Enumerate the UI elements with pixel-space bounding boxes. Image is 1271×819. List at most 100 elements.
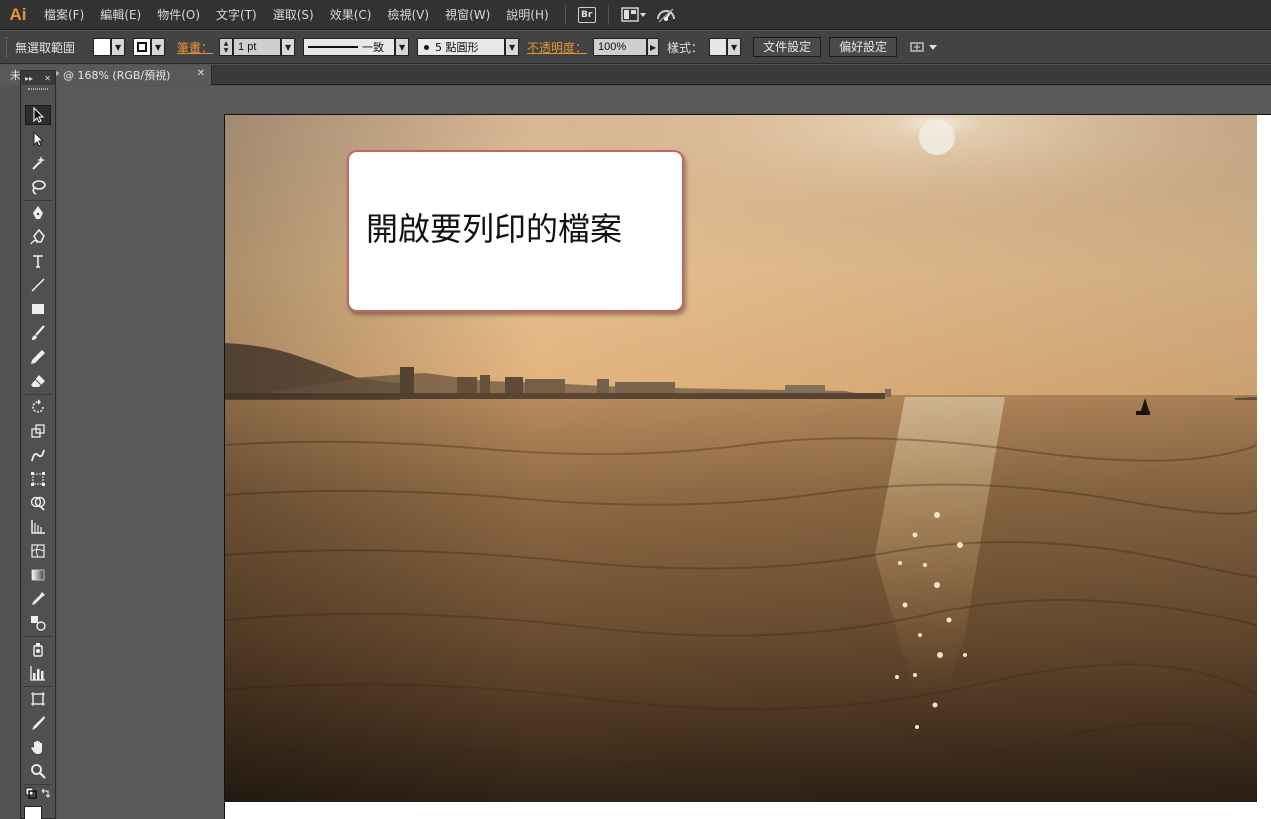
line-segment-tool-icon <box>31 278 45 292</box>
gradient-tool-icon <box>31 569 45 581</box>
arrange-documents-button[interactable] <box>620 4 647 26</box>
close-icon[interactable]: ✕ <box>197 68 205 79</box>
fill-color-box[interactable] <box>24 806 42 819</box>
menu-view[interactable]: 檢視(V) <box>379 0 437 30</box>
close-icon[interactable]: ✕ <box>44 74 51 83</box>
warp-tool-icon <box>31 449 45 462</box>
collapse-icon[interactable]: ▸▸ <box>25 74 33 83</box>
shape-builder-tool-icon <box>30 496 46 511</box>
rotate-tool[interactable] <box>25 397 51 417</box>
hand-tool-icon <box>31 741 42 754</box>
control-panel-menu-button[interactable] <box>909 36 939 58</box>
zoom-tool[interactable] <box>25 761 51 781</box>
tools-panel-header[interactable]: ▸▸ ✕ <box>21 71 55 85</box>
type-tool[interactable] <box>25 251 51 271</box>
hand-tool[interactable] <box>25 737 51 757</box>
pen-tool[interactable] <box>25 203 51 223</box>
rectangle-tool-icon <box>32 304 44 314</box>
paintbrush-tool[interactable] <box>25 323 51 343</box>
bridge-icon: Br <box>577 6 596 23</box>
menu-object[interactable]: 物件(O) <box>149 0 208 30</box>
menu-bar: Ai 檔案(F) 編輯(E) 物件(O) 文字(T) 選取(S) 效果(C) 檢… <box>0 0 1271 30</box>
stroke-weight-field[interactable]: 1 pt <box>233 38 282 56</box>
lasso-tool[interactable] <box>25 177 51 197</box>
column-graph-tool[interactable] <box>25 663 51 683</box>
preferences-button[interactable]: 偏好設定 <box>829 37 898 57</box>
panel-menu-icon <box>910 42 938 52</box>
document-setup-button[interactable]: 文件設定 <box>753 37 822 57</box>
direct-selection-tool[interactable] <box>25 129 51 149</box>
artboard-tool[interactable] <box>25 689 51 709</box>
document-tab-bar: 未命名-1* @ 168% (RGB/預視) ✕ <box>0 65 1271 85</box>
perspective-grid-tool[interactable] <box>25 517 51 537</box>
brush-dot-icon <box>424 44 430 50</box>
direct-selection-tool-icon <box>33 131 45 147</box>
control-bar: 無選取範圍 ▼ ▼ 筆畫： ▲ ▼ 1 pt ▼ 一致 ▼ 5 點圓形 ▼ 不透明… <box>0 31 1271 64</box>
menu-window[interactable]: 視窗(W) <box>437 0 498 30</box>
artboard-tool-icon <box>31 692 45 706</box>
bridge-button[interactable]: Br <box>577 4 596 26</box>
magic-wand-tool[interactable] <box>25 153 51 173</box>
line-segment-tool[interactable] <box>25 275 51 295</box>
opacity-expand-button[interactable]: ▶ <box>647 38 660 56</box>
blend-tool-icon <box>31 616 46 631</box>
eraser-tool[interactable] <box>25 371 51 391</box>
menu-file[interactable]: 檔案(F) <box>36 0 92 30</box>
mesh-tool[interactable] <box>25 541 51 561</box>
mesh-tool-icon <box>31 544 45 558</box>
blend-tool[interactable] <box>25 613 51 633</box>
symbol-sprayer-tool[interactable] <box>25 639 51 659</box>
free-transform-tool[interactable] <box>25 469 51 489</box>
menu-type[interactable]: 文字(T) <box>208 0 265 30</box>
stroke-weight-dropdown[interactable]: ▼ <box>281 38 296 56</box>
control-bar-grip[interactable] <box>6 37 9 57</box>
type-tool-icon <box>33 255 43 268</box>
lasso-tool-icon <box>32 180 46 195</box>
style-label: 樣式： <box>667 40 704 55</box>
menu-edit[interactable]: 編輯(E) <box>92 0 149 30</box>
curvature-pen-tool[interactable] <box>25 227 51 247</box>
fill-dropdown[interactable]: ▼ <box>111 38 126 56</box>
scale-tool[interactable] <box>25 421 51 441</box>
menu-divider <box>607 4 609 25</box>
eyedropper-tool[interactable] <box>25 589 51 609</box>
opacity-field[interactable]: 100% <box>593 38 648 56</box>
warp-tool[interactable] <box>25 445 51 465</box>
default-fill-stroke-button[interactable] <box>25 787 51 801</box>
fill-swatch[interactable] <box>93 38 112 56</box>
app-logo: Ai <box>9 4 27 24</box>
rectangle-tool[interactable] <box>25 299 51 319</box>
selection-status: 無選取範圍 <box>15 40 76 55</box>
gradient-tool[interactable] <box>25 565 51 585</box>
slice-tool-icon <box>32 716 45 730</box>
opacity-label[interactable]: 不透明度： <box>527 39 587 56</box>
stroke-dropdown[interactable]: ▼ <box>151 38 166 56</box>
free-transform-tool-icon <box>31 472 45 486</box>
pencil-tool[interactable] <box>25 347 51 367</box>
stroke-weight-stepper[interactable]: ▲ ▼ <box>219 38 234 56</box>
rotate-tool-icon <box>32 399 44 413</box>
brush-definition-dropdown[interactable]: ▼ <box>505 38 520 56</box>
gpu-performance-icon <box>656 8 675 22</box>
style-swatch[interactable] <box>709 38 728 56</box>
stroke-profile-dropdown[interactable]: ▼ <box>395 38 410 56</box>
selection-tool[interactable] <box>25 105 51 125</box>
stroke-profile-label: 一致 <box>362 41 385 54</box>
stroke-profile-field[interactable]: 一致 <box>303 38 396 56</box>
stroke-label[interactable]: 筆畫： <box>177 39 213 56</box>
brush-definition-field[interactable]: 5 點圓形 <box>417 38 506 56</box>
tools-panel-grip[interactable] <box>21 85 55 93</box>
pencil-tool-icon <box>31 350 45 364</box>
selection-tool-icon <box>33 107 45 123</box>
gpu-performance-button[interactable] <box>655 4 677 26</box>
callout-text: 開啟要列印的檔案 <box>366 210 623 248</box>
menu-effect[interactable]: 效果(C) <box>322 0 380 30</box>
eraser-tool-icon <box>31 375 45 387</box>
menu-select[interactable]: 選取(S) <box>265 0 322 30</box>
stroke-swatch[interactable] <box>133 38 152 56</box>
shape-builder-tool[interactable] <box>25 493 51 513</box>
menu-help[interactable]: 說明(H) <box>498 0 556 30</box>
stroke-swatch-icon <box>137 42 148 52</box>
slice-tool[interactable] <box>25 713 51 733</box>
style-dropdown[interactable]: ▼ <box>727 38 742 56</box>
